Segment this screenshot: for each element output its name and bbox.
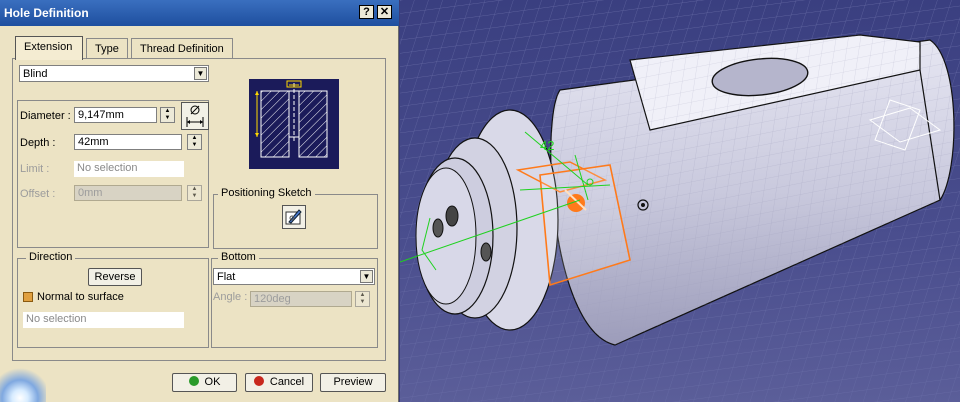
viewport-scene: 42 — [400, 0, 960, 402]
positioning-sketch-title: Positioning Sketch — [218, 187, 315, 199]
title-bar[interactable]: Hole Definition ? ✕ — [0, 0, 399, 26]
diameter-spinner[interactable]: ▲ ▼ — [160, 107, 175, 123]
help-button[interactable]: ? — [359, 5, 374, 19]
close-button[interactable]: ✕ — [377, 5, 392, 19]
reverse-button[interactable]: Reverse — [88, 268, 142, 286]
sketcher-icon[interactable] — [282, 205, 306, 229]
window-title: Hole Definition — [4, 6, 89, 20]
catia-compass-icon — [0, 362, 46, 402]
tab-extension[interactable]: Extension — [15, 36, 83, 60]
cancel-label: Cancel — [269, 376, 305, 388]
depth-field[interactable]: 42mm — [74, 134, 182, 150]
cancel-button[interactable]: Cancel — [245, 373, 313, 392]
diameter-value: 9,147mm — [78, 109, 124, 121]
diameter-label: Diameter : — [20, 110, 71, 122]
cancel-icon — [253, 376, 264, 386]
normal-to-surface-checkbox[interactable] — [23, 292, 33, 302]
direction-title: Direction — [26, 251, 76, 263]
offset-field[interactable]: 0mm — [74, 185, 182, 201]
tab-thread-definition[interactable]: Thread Definition — [131, 38, 233, 58]
tab-type[interactable]: Type — [86, 38, 128, 58]
diameter-field[interactable]: 9,147mm — [74, 107, 157, 123]
angle-spinner[interactable]: ▲ ▼ — [355, 291, 370, 307]
bottom-type-value: Flat — [217, 271, 236, 283]
depth-value: 42mm — [78, 136, 109, 148]
extension-type-dropdown[interactable]: Blind ▼ — [19, 65, 209, 82]
ok-label: OK — [204, 376, 221, 388]
extension-type-value: Blind — [23, 68, 48, 80]
normal-to-surface-label: Normal to surface — [37, 291, 124, 303]
ok-icon — [188, 376, 199, 386]
chevron-down-icon[interactable]: ▼ — [360, 270, 373, 283]
chevron-down-icon[interactable]: ▼ — [194, 67, 207, 80]
bottom-title: Bottom — [218, 251, 259, 263]
offset-label: Offset : — [20, 188, 56, 200]
angle-label: Angle : — [213, 291, 248, 303]
limit-label: Limit : — [20, 163, 50, 175]
bottom-type-dropdown[interactable]: Flat ▼ — [213, 268, 375, 285]
dimension-label[interactable]: 42 — [540, 138, 554, 153]
angle-field[interactable]: 120deg — [250, 291, 352, 307]
offset-value: 0mm — [78, 187, 103, 199]
direction-selection-value: No selection — [26, 313, 87, 325]
angle-value: 120deg — [254, 293, 291, 305]
limit-selection-field[interactable]: No selection — [74, 161, 184, 177]
hole-preview-image — [249, 79, 339, 169]
3d-viewport[interactable]: 42 — [400, 0, 960, 402]
ok-button[interactable]: OK — [172, 373, 237, 392]
preview-button[interactable]: Preview — [320, 373, 386, 392]
depth-spinner[interactable]: ▲ ▼ — [187, 134, 202, 150]
depth-label: Depth : — [20, 137, 56, 149]
hole-definition-dialog: Hole Definition ? ✕ Extension Type Threa… — [0, 0, 399, 402]
offset-spinner[interactable]: ▲ ▼ — [187, 185, 202, 201]
diameter-dimension-icon[interactable] — [181, 102, 209, 130]
direction-selection-field[interactable]: No selection — [23, 312, 184, 328]
limit-value: No selection — [77, 162, 138, 174]
